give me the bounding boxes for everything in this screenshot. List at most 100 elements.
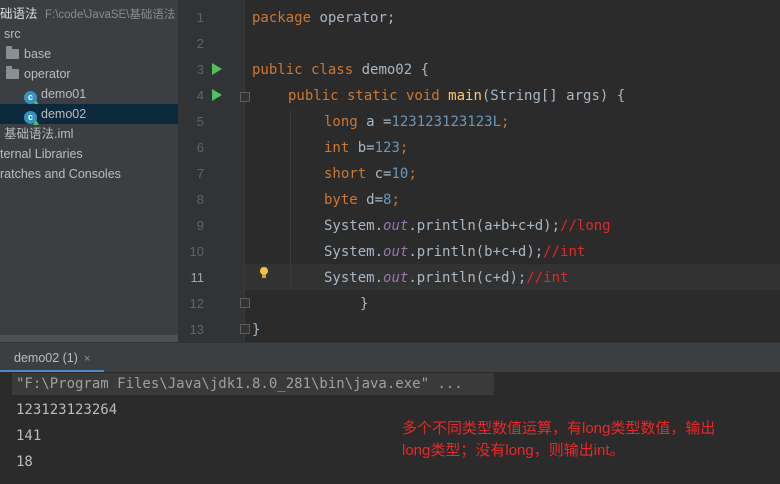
comment: //int (526, 270, 569, 286)
code-text: .println(b+c+d); (408, 244, 544, 260)
keyword: short (324, 166, 367, 182)
tree-item-label: operator (24, 67, 71, 81)
indent-guide (290, 110, 291, 290)
tree-item-label: 基础语法.iml (4, 127, 74, 141)
tree-horizontal-scrollbar[interactable] (0, 335, 178, 342)
code-text: .println(c+d); (408, 270, 527, 286)
code-text: System. (324, 270, 384, 286)
tree-item-base[interactable]: base (6, 44, 51, 64)
run-tool-window-header: demo02 (1) × (0, 342, 780, 373)
keyword: public static void (288, 88, 440, 104)
tree-item-label: demo01 (41, 87, 87, 101)
static-field: out (383, 218, 409, 234)
code-line-4: public static void main(String[] args) { (288, 83, 625, 109)
tree-item-demo02[interactable]: c demo02 (0, 104, 178, 125)
close-icon[interactable]: × (84, 353, 90, 365)
project-root[interactable]: 础语法 F:\code\JavaSE\基础语法 (0, 4, 175, 24)
comment: //int (543, 244, 586, 260)
run-tab[interactable]: demo02 (1) × (0, 343, 90, 373)
code-text: System. (324, 244, 384, 260)
run-class-icon[interactable] (212, 63, 222, 75)
code-line-7: short c=10; (324, 161, 417, 187)
line-number: 13 (189, 322, 204, 337)
semicolon: ; (391, 192, 400, 208)
code-text: c= (366, 166, 392, 182)
gutter-divider (244, 0, 245, 342)
line-number: 9 (196, 218, 204, 233)
line-number: 11 (190, 270, 205, 285)
line-number: 3 (196, 62, 204, 77)
line-number: 8 (196, 192, 204, 207)
tree-item-label: ternal Libraries (0, 147, 83, 161)
semicolon: ; (399, 140, 409, 156)
code-text: operator; (311, 10, 396, 26)
number-literal: 123123123123L (391, 114, 502, 130)
tree-item-iml[interactable]: 基础语法.iml (4, 124, 73, 144)
folder-icon (6, 66, 19, 79)
project-tree: 础语法 F:\code\JavaSE\基础语法 src base operato… (0, 0, 178, 342)
keyword: long (324, 114, 358, 130)
folder-icon (6, 46, 19, 59)
line-number: 2 (196, 36, 204, 51)
line-number: 10 (189, 244, 204, 259)
semicolon: ; (408, 166, 417, 182)
project-root-name: 础语法 (0, 7, 38, 21)
tree-item-src[interactable]: src (4, 24, 21, 44)
console-command: "F:\Program Files\Java\jdk1.8.0_281\bin\… (16, 376, 463, 392)
line-number: 7 (196, 166, 204, 181)
comment: //long (560, 218, 611, 234)
lightbulb-icon[interactable] (259, 267, 269, 279)
code-text: demo02 { (353, 62, 430, 78)
tree-item-label: demo02 (41, 107, 87, 121)
code-text: d= (357, 192, 384, 208)
run-tab-label: demo02 (1) (14, 351, 78, 365)
code-text: .println(a+b+c+d); (408, 218, 561, 234)
code-line-9: System.out.println(a+b+c+d);//long (324, 213, 611, 239)
code-line-11: System.out.println(c+d);//int (324, 265, 568, 291)
number-literal: 10 (391, 166, 409, 182)
annotation-note: 多个不同类型数值运算，有long类型数值，输出long类型；没有long，则输出… (402, 420, 716, 459)
java-class-icon: c (24, 111, 39, 125)
keyword: package (252, 10, 312, 26)
keyword: public class (252, 62, 354, 78)
code-line-13: } (252, 322, 261, 338)
code-line-5: long a =123123123123L; (324, 109, 509, 135)
number-literal: 123 (374, 140, 400, 156)
tree-item-label: ratches and Consoles (0, 167, 121, 181)
code-line-10: System.out.println(b+c+d);//int (324, 239, 585, 265)
fold-icon[interactable] (240, 92, 250, 102)
java-class-icon: c (24, 91, 39, 105)
line-number: 5 (196, 114, 204, 129)
line-number: 1 (196, 10, 204, 25)
method-name: main (448, 88, 482, 104)
static-field: out (383, 270, 409, 286)
keyword: byte (324, 192, 358, 208)
project-root-path: F:\code\JavaSE\基础语法 (45, 9, 176, 21)
tree-item-label: src (4, 27, 21, 41)
line-number: 4 (196, 88, 204, 103)
static-field: out (383, 244, 409, 260)
tree-item-external-libraries[interactable]: ternal Libraries (0, 144, 83, 164)
code-text: System. (324, 218, 384, 234)
fold-icon[interactable] (240, 324, 250, 334)
code-line-8: byte d=8; (324, 187, 400, 213)
tree-item-scratches[interactable]: ratches and Consoles (0, 164, 121, 184)
console-output-line: 141 (16, 428, 42, 444)
line-number: 12 (189, 296, 204, 311)
code-text: (String[] args) { (481, 88, 626, 104)
code-line-1: package operator; (252, 5, 395, 31)
tree-item-demo01[interactable]: c demo01 (24, 84, 87, 105)
console-output-line: 123123123264 (16, 402, 118, 418)
tree-item-label: base (24, 47, 52, 61)
code-line-12: } (360, 296, 369, 312)
code-text: b= (349, 140, 375, 156)
line-number: 6 (196, 140, 204, 155)
fold-icon[interactable] (240, 298, 250, 308)
code-line-3: public class demo02 { (252, 57, 429, 83)
semicolon: ; (501, 114, 510, 130)
code-line-6: int b=123; (324, 135, 408, 161)
run-main-icon[interactable] (212, 89, 222, 101)
keyword: int (324, 140, 350, 156)
code-text: a = (357, 114, 392, 130)
tree-item-operator[interactable]: operator (6, 64, 71, 84)
